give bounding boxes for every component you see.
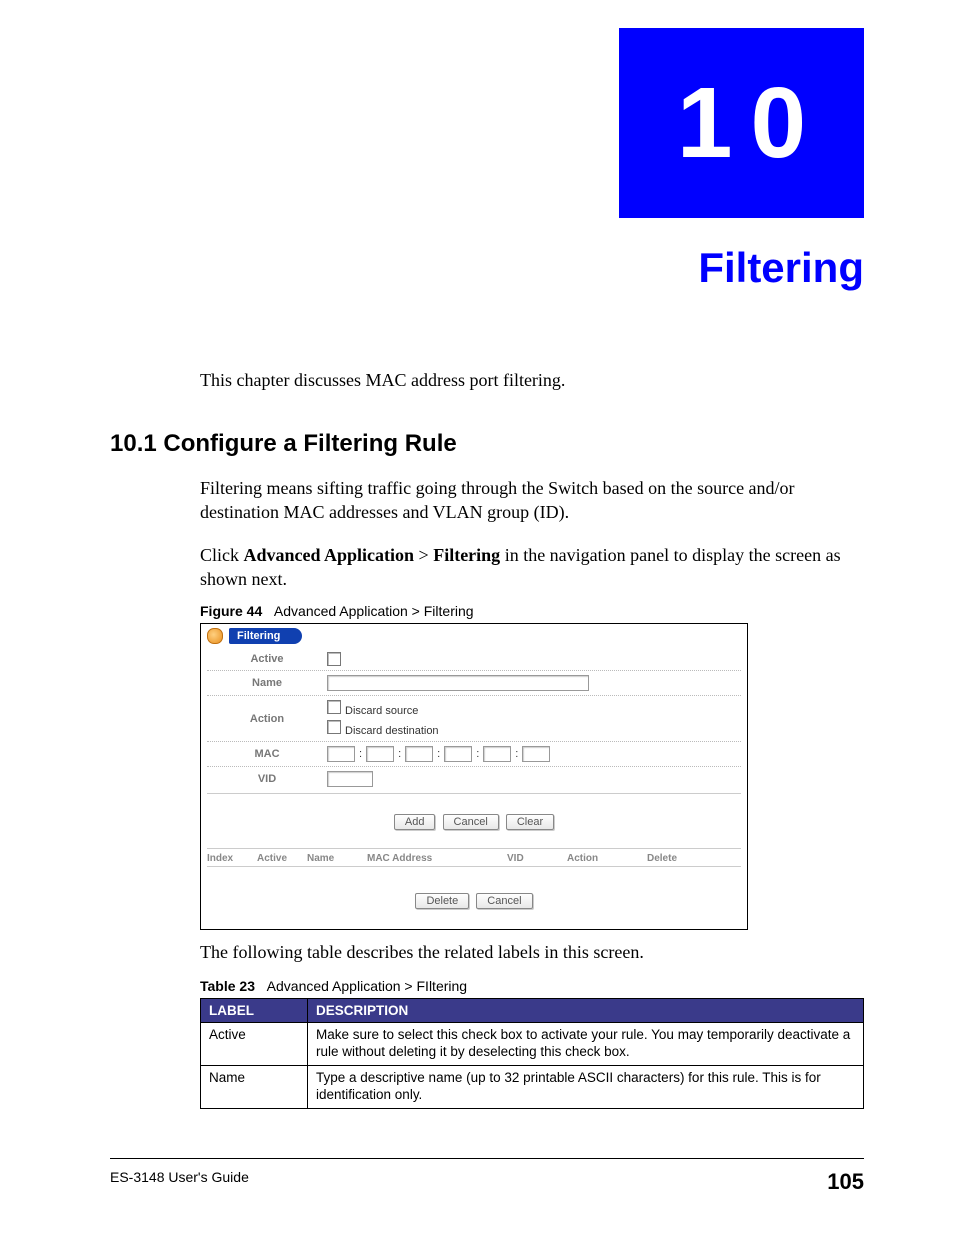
chapter-intro: This chapter discusses MAC address port …: [200, 370, 864, 391]
description-table: LABEL DESCRIPTION Active Make sure to se…: [200, 998, 864, 1109]
mac-input-3[interactable]: [405, 746, 433, 762]
mac-input-5[interactable]: [483, 746, 511, 762]
discard-source-label: Discard source: [345, 705, 418, 717]
page-footer: ES-3148 User's Guide 105: [110, 1158, 864, 1195]
col-name: Name: [307, 853, 367, 864]
chapter-title: Filtering: [698, 244, 864, 292]
table-row: Name Type a descriptive name (up to 32 p…: [201, 1066, 864, 1109]
section: 10.1 Configure a Filtering Rule Filterin…: [110, 430, 864, 1109]
mac-input-2[interactable]: [366, 746, 394, 762]
para2-bold2: Filtering: [433, 545, 500, 565]
discard-source-checkbox[interactable]: [327, 700, 341, 714]
table-cell-label: Active: [201, 1023, 308, 1066]
mac-input-1[interactable]: [327, 746, 355, 762]
para2-prefix: Click: [200, 545, 244, 565]
chapter-number-block: 10: [619, 28, 864, 218]
row-label-mac: MAC: [207, 748, 327, 760]
cancel-button-2[interactable]: Cancel: [476, 893, 532, 909]
figure-header: Filtering: [207, 626, 741, 648]
table-header-label: LABEL: [201, 999, 308, 1023]
row-label-vid: VID: [207, 773, 327, 785]
mac-input-6[interactable]: [522, 746, 550, 762]
mac-input-group: : : : : :: [327, 746, 550, 762]
chapter-number: 10: [677, 66, 824, 181]
post-figure-paragraph: The following table describes the relate…: [200, 940, 864, 964]
vid-input[interactable]: [327, 771, 373, 787]
figure-panel-title: Filtering: [229, 628, 302, 644]
col-action: Action: [567, 853, 627, 864]
section-heading: 10.1 Configure a Filtering Rule: [110, 430, 864, 458]
col-vid: VID: [507, 853, 567, 864]
row-label-active: Active: [207, 653, 327, 665]
button-row-2: Delete Cancel: [207, 867, 741, 917]
clear-button[interactable]: Clear: [506, 814, 554, 830]
active-checkbox[interactable]: [327, 652, 341, 666]
table-header-description: DESCRIPTION: [308, 999, 864, 1023]
table-caption: Table 23 Advanced Application > FIlterin…: [200, 978, 864, 994]
button-row-1: Add Cancel Clear: [207, 794, 741, 848]
name-input[interactable]: [327, 675, 589, 691]
figure-caption-text: Advanced Application > Filtering: [274, 603, 474, 619]
discard-destination-label: Discard destination: [345, 725, 439, 737]
figure-label: Figure 44: [200, 603, 262, 619]
mac-input-4[interactable]: [444, 746, 472, 762]
figure-screenshot: Filtering Active Name Action Discard sou…: [200, 623, 748, 930]
footer-guide-name: ES-3148 User's Guide: [110, 1169, 249, 1195]
table-row: Active Make sure to select this check bo…: [201, 1023, 864, 1066]
delete-button[interactable]: Delete: [415, 893, 469, 909]
table-cell-desc: Type a descriptive name (up to 32 printa…: [308, 1066, 864, 1109]
para2-bold1: Advanced Application: [244, 545, 415, 565]
discard-destination-checkbox[interactable]: [327, 720, 341, 734]
row-label-name: Name: [207, 677, 327, 689]
row-label-action: Action: [207, 713, 327, 725]
table-cell-desc: Make sure to select this check box to ac…: [308, 1023, 864, 1066]
figure-list-header: Index Active Name MAC Address VID Action…: [207, 853, 741, 867]
para2-sep: >: [414, 545, 433, 565]
page: 10 Filtering This chapter discusses MAC …: [0, 0, 954, 1235]
table-label: Table 23: [200, 978, 255, 994]
table-cell-label: Name: [201, 1066, 308, 1109]
body-paragraph-2: Click Advanced Application > Filtering i…: [200, 543, 864, 592]
figure-caption: Figure 44 Advanced Application > Filteri…: [200, 603, 864, 619]
add-button[interactable]: Add: [394, 814, 436, 830]
col-delete: Delete: [627, 853, 677, 864]
table-caption-text: Advanced Application > FIltering: [267, 978, 467, 994]
bullet-icon: [207, 628, 223, 644]
footer-page-number: 105: [827, 1169, 864, 1195]
cancel-button[interactable]: Cancel: [443, 814, 499, 830]
body-paragraph-1: Filtering means sifting traffic going th…: [200, 476, 864, 525]
col-mac: MAC Address: [367, 853, 507, 864]
col-index: Index: [207, 853, 257, 864]
col-active: Active: [257, 853, 307, 864]
